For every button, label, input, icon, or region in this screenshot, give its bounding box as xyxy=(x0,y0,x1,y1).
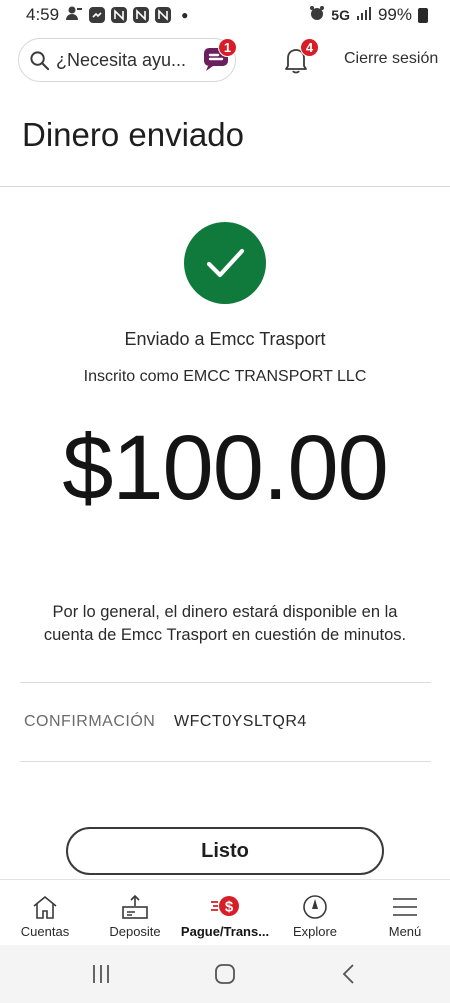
home-circle-icon[interactable] xyxy=(213,962,237,986)
amount-sent: $100.00 xyxy=(62,417,389,519)
nav-item-deposit[interactable]: Deposite xyxy=(90,880,180,945)
recent-apps-icon[interactable] xyxy=(90,963,112,985)
page-title: Dinero enviado xyxy=(22,116,244,153)
confirmation-label: CONFIRMACIÓN xyxy=(24,713,156,730)
app-notification-icon xyxy=(133,7,150,23)
status-left: 4:59 ● xyxy=(26,5,188,26)
system-nav xyxy=(0,945,450,1003)
success-check-icon xyxy=(184,222,266,304)
menu-icon xyxy=(390,894,420,920)
signal-icon xyxy=(356,5,372,25)
status-right: 5G 99% xyxy=(309,5,428,26)
assistant-badge: 1 xyxy=(218,38,237,57)
battery-level: 99% xyxy=(377,5,412,24)
done-button[interactable]: Listo xyxy=(66,827,384,875)
pay-transfer-icon: $ xyxy=(210,894,240,920)
top-bar: ¿Necesita ayu... 1 4 Cierre sesión xyxy=(0,38,450,84)
alarm-icon xyxy=(309,5,325,26)
compass-icon xyxy=(300,894,330,920)
app-notification-icon xyxy=(111,7,128,23)
more-notifications-dot-icon: ● xyxy=(181,8,189,22)
nav-item-accounts[interactable]: Cuentas xyxy=(0,880,90,945)
clock: 4:59 xyxy=(26,5,60,24)
account-notification-icon xyxy=(65,5,83,26)
recipient-text: Enviado a Emcc Trasport xyxy=(124,329,326,349)
logout-link[interactable]: Cierre sesión xyxy=(344,50,438,68)
messenger-icon xyxy=(89,7,106,23)
nav-label: Menú xyxy=(388,924,422,939)
nav-item-menu[interactable]: Menú xyxy=(360,880,450,945)
nav-item-pay-transfer[interactable]: $ Pague/Trans... xyxy=(180,880,270,945)
divider xyxy=(20,682,431,683)
bottom-nav: Cuentas Deposite $ Pague/Trans... Explor… xyxy=(0,879,450,945)
nav-label: Explore xyxy=(292,924,338,939)
divider xyxy=(0,186,450,187)
notifications-badge: 4 xyxy=(300,38,319,57)
svg-text:$: $ xyxy=(225,899,234,916)
divider xyxy=(20,761,431,762)
home-icon xyxy=(30,894,60,920)
nav-label: Cuentas xyxy=(20,924,70,939)
search-icon xyxy=(29,50,50,71)
status-bar: 4:59 ● 5G 99% xyxy=(0,0,450,30)
confirmation-number: WFCT0YSLTQR4 xyxy=(174,713,307,730)
battery-icon xyxy=(418,7,428,23)
nav-label: Pague/Trans... xyxy=(180,924,270,939)
app-notification-icon xyxy=(155,7,172,23)
network-type: 5G xyxy=(331,7,350,23)
nav-item-explore[interactable]: Explore xyxy=(270,880,360,945)
deposit-icon xyxy=(120,894,150,920)
availability-note: Por lo general, el dinero estará disponi… xyxy=(43,603,407,644)
back-icon[interactable] xyxy=(338,963,360,985)
enrolled-name-text: Inscrito como EMCC TRANSPORT LLC xyxy=(83,368,367,385)
search-placeholder: ¿Necesita ayu... xyxy=(56,49,187,70)
nav-label: Deposite xyxy=(109,924,161,939)
